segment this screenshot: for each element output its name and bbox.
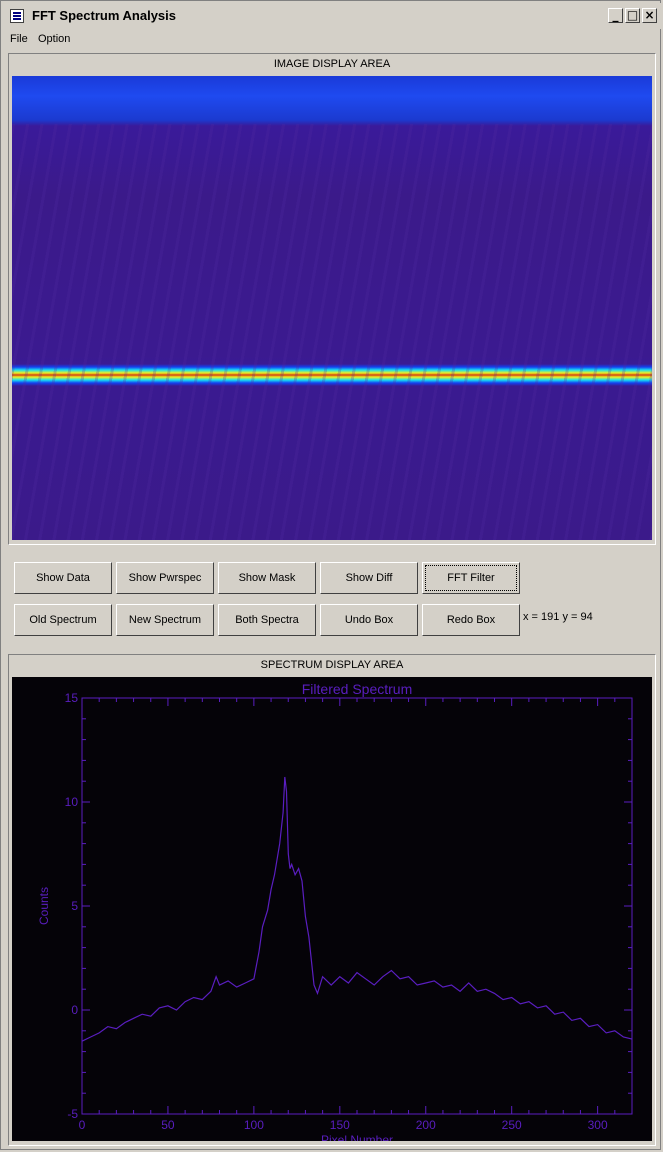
x-tick-label: 150 — [330, 1118, 350, 1132]
y-tick-label: 0 — [71, 1003, 78, 1017]
spectrum-line — [81, 776, 633, 1042]
minimize-button[interactable]: _ — [608, 8, 623, 23]
image-texture — [12, 124, 652, 540]
y-tick-label: 15 — [65, 691, 79, 705]
window-title: FFT Spectrum Analysis — [32, 8, 176, 23]
spectrum-display-label: SPECTRUM DISPLAY AREA — [260, 659, 404, 671]
show-mask-button[interactable]: Show Mask — [218, 562, 316, 594]
plot-frame — [81, 697, 633, 1115]
show-data-button[interactable]: Show Data — [14, 562, 112, 594]
y-axis-label: Counts — [37, 887, 51, 925]
spectrum-display-panel: SPECTRUM DISPLAY AREA 0 50 100 150 200 250 300… — [8, 654, 656, 1146]
old-spectrum-button[interactable]: Old Spectrum — [14, 604, 112, 636]
x-tick-label: 250 — [502, 1118, 522, 1132]
image-display-panel: IMAGE DISPLAY AREA — [8, 53, 656, 545]
menu-file[interactable]: File — [10, 33, 28, 45]
maximize-button[interactable]: □ — [625, 8, 640, 23]
x-tick-label: 0 — [79, 1118, 86, 1132]
x-tick-label: 300 — [588, 1118, 608, 1132]
y-tick-label: 5 — [71, 899, 78, 913]
cursor-coordinate-readout: x = 191 y = 94 — [523, 611, 593, 623]
x-tick-label: 200 — [416, 1118, 436, 1132]
menu-bar: File Option — [2, 31, 659, 49]
x-tick-label: 50 — [161, 1118, 175, 1132]
image-display-canvas[interactable] — [12, 76, 652, 540]
new-spectrum-button[interactable]: New Spectrum — [116, 604, 214, 636]
chart-title: Filtered Spectrum — [302, 681, 412, 697]
undo-box-button[interactable]: Undo Box — [320, 604, 418, 636]
show-pwrspec-button[interactable]: Show Pwrspec — [116, 562, 214, 594]
title-bar[interactable]: FFT Spectrum Analysis _ □ × — [2, 3, 661, 29]
both-spectra-button[interactable]: Both Spectra — [218, 604, 316, 636]
x-axis-label: Pixel Number — [321, 1133, 393, 1141]
x-tick-label: 100 — [244, 1118, 264, 1132]
show-diff-button[interactable]: Show Diff — [320, 562, 418, 594]
menu-option[interactable]: Option — [38, 33, 70, 45]
redo-box-button[interactable]: Redo Box — [422, 604, 520, 636]
close-button[interactable]: × — [642, 8, 657, 23]
image-display-label: IMAGE DISPLAY AREA — [273, 58, 391, 70]
spectrum-chart: 0 50 100 150 200 250 300-5051015Filtered Spect… — [37, 681, 633, 1141]
y-tick-label: -5 — [67, 1107, 78, 1121]
app-icon[interactable] — [10, 9, 24, 23]
y-tick-label: 10 — [65, 795, 79, 809]
fft-filter-button[interactable]: FFT Filter — [422, 562, 520, 594]
spectrum-display-canvas[interactable]: 0 50 100 150 200 250 300 -5 0 5 10 15 Filtered Spect… — [12, 677, 652, 1141]
